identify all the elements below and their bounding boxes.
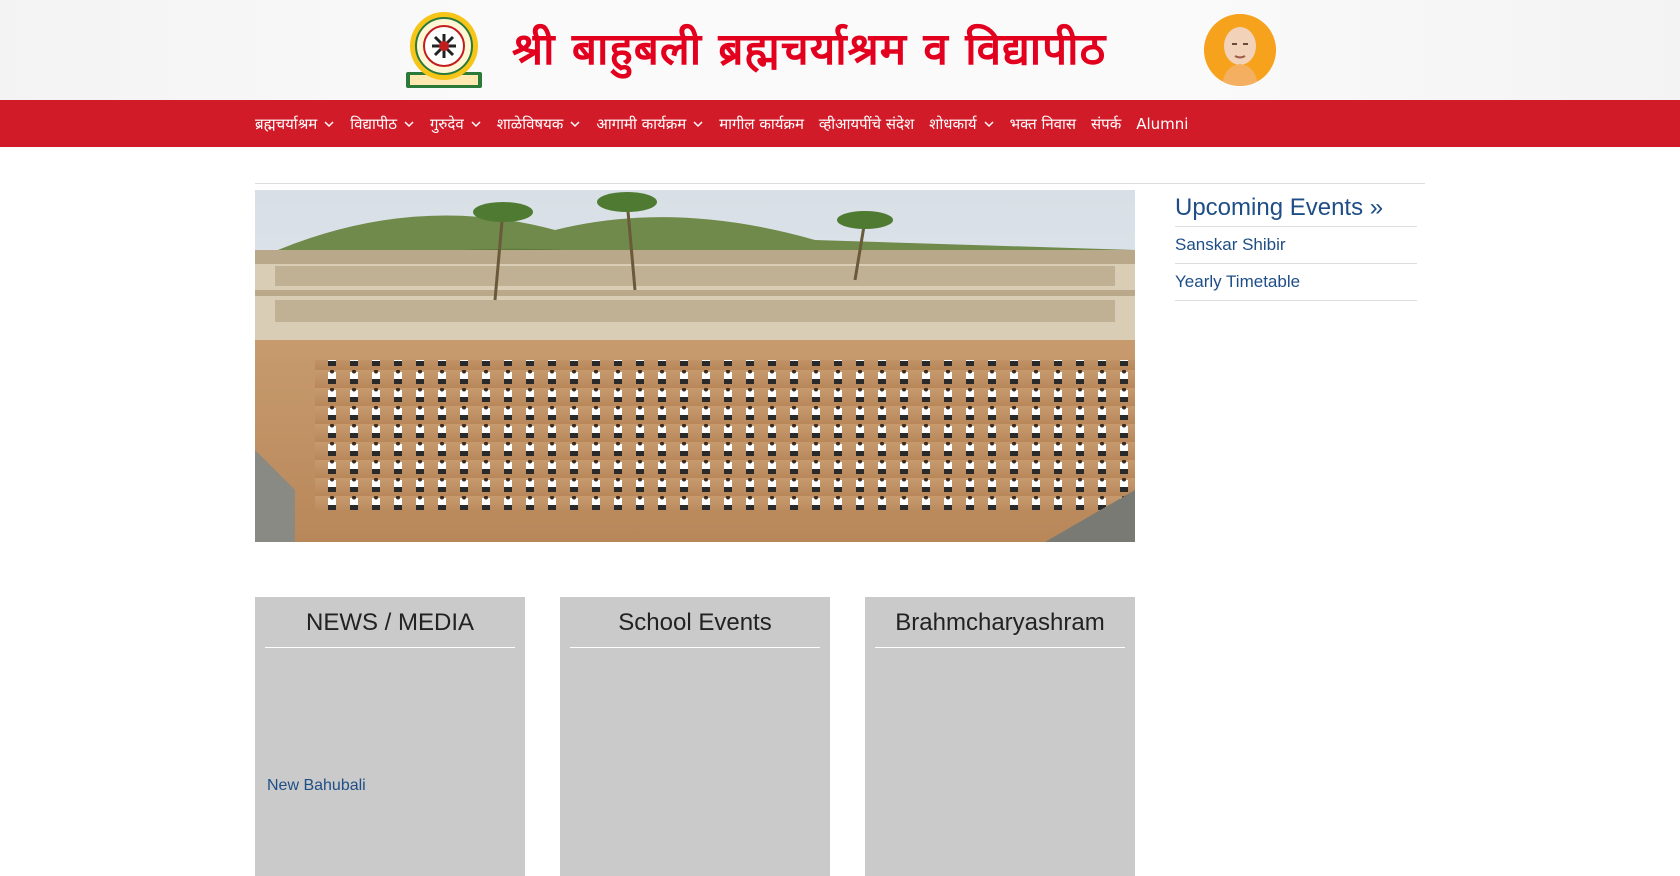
chevron-down-icon: [324, 120, 334, 127]
nav-item-vidyapeeth[interactable]: विद्यापीठ: [350, 114, 415, 134]
chevron-down-icon: [570, 120, 580, 127]
panel-title: Brahmcharyashram: [875, 607, 1125, 648]
nav-item-upcoming-events[interactable]: आगामी कार्यक्रम: [596, 114, 704, 134]
brahmcharyashram-panel: Brahmcharyashram: [865, 597, 1135, 876]
nav-item-gurudev[interactable]: गुरुदेव: [430, 114, 482, 134]
chevron-down-icon: [404, 120, 414, 127]
institution-emblem-icon[interactable]: [402, 8, 486, 92]
sidebar-link-yearly-timetable[interactable]: Yearly Timetable: [1175, 264, 1417, 301]
content-divider: [255, 183, 1425, 184]
nav-item-vip-messages[interactable]: व्हीआयपींचे संदेश: [819, 114, 914, 134]
nav-item-school[interactable]: शाळेविषयक: [497, 114, 582, 134]
nav-item-label: व्हीआयपींचे संदेश: [818, 114, 915, 133]
nav-item-label: ब्रह्मचर्याश्रम: [255, 114, 318, 133]
sidebar-link-sanskar-shibir[interactable]: Sanskar Shibir: [1175, 227, 1417, 264]
site-title: श्री बाहुबली ब्रह्मचर्याश्रम व विद्यापीठ: [512, 24, 1107, 75]
school-events-panel: School Events: [560, 597, 830, 876]
chevron-down-icon: [984, 120, 994, 127]
nav-item-label: शाळेविषयक: [496, 114, 564, 133]
nav-item-label: Alumni: [1136, 114, 1189, 133]
guru-portrait-icon: [1204, 14, 1276, 86]
nav-item-label: आगामी कार्यक्रम: [596, 114, 687, 133]
upcoming-events-title[interactable]: Upcoming Events »: [1175, 190, 1417, 227]
nav-item-label: शोधकार्य: [929, 114, 977, 133]
nav-item-label: विद्यापीठ: [350, 114, 397, 133]
panel-title: School Events: [570, 607, 820, 648]
news-link[interactable]: New Bahubali: [267, 777, 366, 795]
nav-item-alumni[interactable]: Alumni: [1136, 115, 1188, 133]
nav-item-research[interactable]: शोधकार्य: [929, 114, 994, 134]
nav-item-brahmacharyashram[interactable]: ब्रह्मचर्याश्रम: [255, 114, 335, 134]
panel-title: NEWS / MEDIA: [265, 607, 515, 648]
nav-item-label: मागील कार्यक्रम: [719, 114, 804, 133]
nav-menu: ब्रह्मचर्याश्रम विद्यापीठ गुरुदेव शाळेवि…: [255, 100, 1203, 147]
chevron-down-icon: [693, 120, 703, 127]
chevron-down-icon: [471, 120, 481, 127]
main-navbar: ब्रह्मचर्याश्रम विद्यापीठ गुरुदेव शाळेवि…: [0, 100, 1680, 147]
nav-item-label: गुरुदेव: [429, 114, 464, 133]
nav-item-label: संपर्क: [1091, 114, 1122, 133]
nav-item-contact[interactable]: संपर्क: [1091, 114, 1121, 134]
nav-item-label: भक्त निवास: [1009, 114, 1077, 133]
nav-item-past-events[interactable]: मागील कार्यक्रम: [719, 114, 804, 134]
news-media-panel: NEWS / MEDIA New Bahubali: [255, 597, 525, 876]
hero-slider-image[interactable]: [255, 190, 1135, 542]
nav-item-bhakt-niwas[interactable]: भक्त निवास: [1010, 114, 1076, 134]
site-header: श्री बाहुबली ब्रह्मचर्याश्रम व विद्यापीठ: [0, 0, 1680, 100]
upcoming-events-sidebar: Upcoming Events » Sanskar Shibir Yearly …: [1175, 190, 1417, 301]
